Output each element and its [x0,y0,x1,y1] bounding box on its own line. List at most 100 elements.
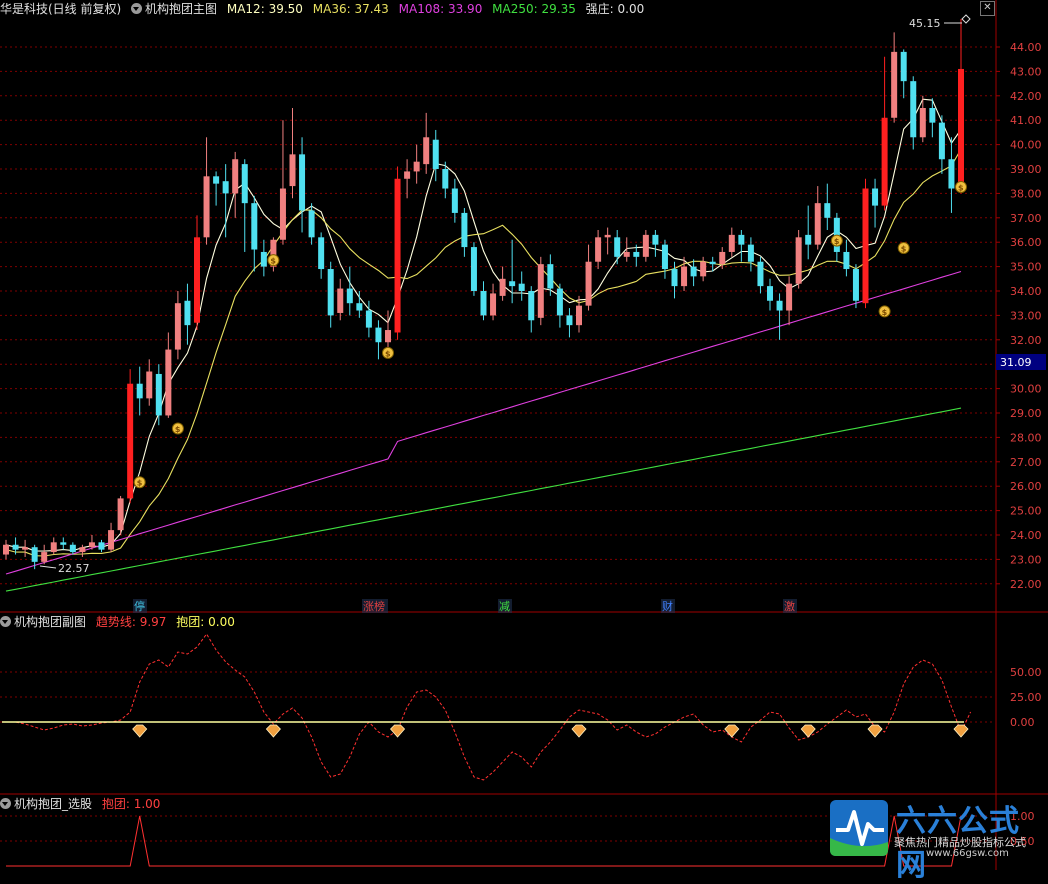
candle-body [232,159,239,194]
candle-body [413,161,420,172]
money-bag-symbol: $ [270,257,276,266]
logo-url: www.66gsw.com [926,848,1009,859]
candle-body [241,164,248,204]
candle-body [404,171,411,179]
candle-body [184,300,191,326]
candle-body [948,159,955,189]
candle-body [576,305,582,326]
candle-body [251,203,258,250]
diamond-icon [571,724,587,738]
candle-body [757,261,764,287]
candle-body [337,288,344,313]
candle-body [69,544,76,553]
candle-body [623,251,630,257]
candle-body [518,283,525,291]
candle-body [700,261,707,277]
marker-tag: 财 [662,599,673,613]
candle-body [442,169,449,189]
money-bag-symbol: $ [834,237,840,246]
ma12-line [5,98,962,552]
candle-body [203,176,210,238]
candle-body [595,237,602,262]
candle-body [117,498,124,531]
sub-y-tick-label: 0.00 [1010,716,1035,729]
candle-body [499,278,506,296]
candle-body [308,210,315,238]
money-bag-symbol: $ [882,308,888,317]
candle-body [824,203,831,218]
candle-body [900,51,907,82]
y-tick-label: 30.00 [1010,383,1042,396]
candle-body [423,137,430,165]
candle-body [108,530,115,550]
candle-body [528,291,535,321]
candle-body [60,542,67,545]
candle-body [881,117,888,206]
candle-body [127,383,134,499]
candle-body [509,281,516,287]
diamond-icon [953,724,969,738]
candle-body [356,303,363,311]
candle-body [279,188,286,240]
candle-body [814,203,821,245]
candle-body [690,266,697,277]
candle-body [394,178,401,333]
candle-body [22,547,29,550]
diamond-icon [265,724,281,738]
select-signal-line [6,815,962,867]
moving-average-lines [5,98,962,592]
candle-body [480,291,487,316]
candle-body [919,108,926,138]
candle-body [146,371,153,399]
y-tick-label: 23.00 [1010,553,1042,566]
candlesticks [3,18,964,570]
marker-tag: 减 [499,600,510,613]
y-tick-label: 34.00 [1010,285,1042,298]
marker-tag: 停 [134,599,145,613]
candle-body [490,293,497,316]
candle-body [174,303,181,350]
money-bag-symbol: $ [137,479,143,488]
trend-line [6,633,972,781]
y-tick-label: 38.00 [1010,187,1042,200]
candle-body [470,247,477,291]
candle-body [136,383,143,399]
stock-chart-window: 华是科技(日线 前复权) 机构抱团主图 MA12: 39.50 MA36: 37… [0,0,1048,883]
candle-body [327,269,334,316]
candle-body [938,122,945,160]
diamond-icon [961,14,971,24]
candle-body [365,310,372,328]
y-tick-label: 40.00 [1010,139,1042,152]
y-tick-label: 24.00 [1010,529,1042,542]
candle-body [299,154,306,211]
candle-body [346,288,353,304]
signal-icons: $ $ $ $ $ $ $ $ [133,180,967,489]
y-tick-label: 29.00 [1010,407,1042,420]
marker-tag: 涨榜 [363,599,385,613]
current-price-label: 31.09 [1000,356,1032,369]
candle-body [556,288,563,316]
candle-body [41,552,48,562]
money-bag-symbol: $ [901,244,907,253]
candle-body [786,283,793,311]
chart-canvas[interactable]: $ $ $ $ $ $ $ $ 44.00 43.00 42.00 41.00 40.00 39.00 3… [0,0,1048,870]
candle-body [432,139,439,169]
marker-tag: 激 [784,599,795,613]
money-bag-symbol: $ [385,349,391,358]
y-tick-label: 27.00 [1010,456,1042,469]
candle-body [614,237,621,257]
candle-body [862,188,869,304]
low-price-label: 22.57 [58,562,90,575]
y-tick-label: 37.00 [1010,212,1042,225]
candle-body [12,544,19,550]
candle-body [585,261,592,306]
candle-body [728,234,735,252]
y-tick-label: 43.00 [1010,65,1042,78]
diamond-icon [724,724,740,738]
site-logo: 六六公式网 聚焦热门精品炒股指标公式 www.66gsw.com [830,798,1044,883]
y-tick-label: 44.00 [1010,41,1042,54]
candle-body [910,81,917,138]
candle-body [194,237,200,323]
candle-body [709,261,716,265]
candle-body [642,234,649,257]
